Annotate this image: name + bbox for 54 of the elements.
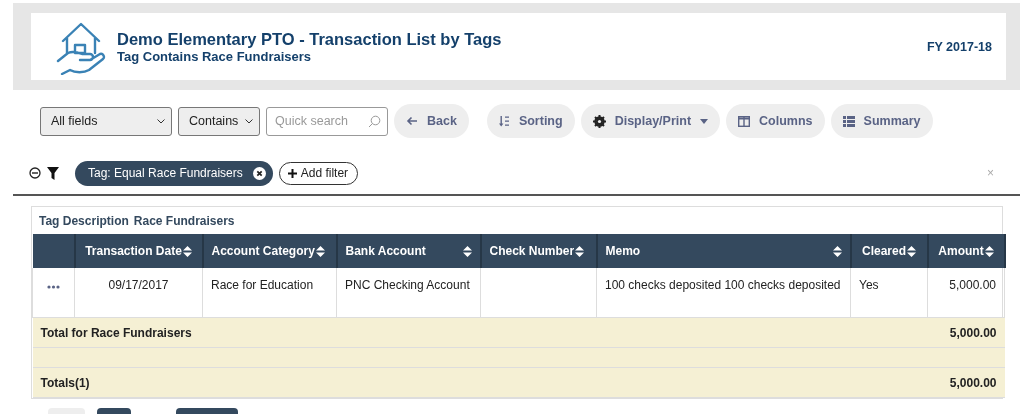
chevron-down-icon <box>157 118 165 124</box>
table-cell: PNC Checking Account <box>336 268 481 318</box>
remove-icon[interactable] <box>252 166 266 180</box>
grand-total-amount: 5,000.00 <box>927 367 1005 398</box>
collapse-icon[interactable] <box>29 167 41 179</box>
column-header[interactable]: Cleared <box>850 234 928 268</box>
list-icon <box>842 115 855 127</box>
filter-icon[interactable] <box>47 166 59 180</box>
filter-chip[interactable]: Tag: Equal Race Fundraisers <box>75 160 273 186</box>
columns-button[interactable]: Columns <box>726 104 825 138</box>
more-icon[interactable] <box>47 285 60 289</box>
table-cell: 09/17/2017 <box>74 268 203 318</box>
group-total-label: Total for Race Fundraisers <box>32 317 928 348</box>
add-filter-button[interactable]: Add filter <box>278 161 359 185</box>
group-total-amount: 5,000.00 <box>927 317 1005 348</box>
search-icon <box>368 114 381 128</box>
sort-icon[interactable] <box>984 245 994 257</box>
column-header[interactable]: Transaction Date <box>74 234 203 268</box>
column-header[interactable]: Amount <box>927 234 1005 268</box>
gear-icon <box>592 114 606 128</box>
columns-icon <box>738 115 751 127</box>
back-button[interactable]: Back <box>394 104 469 138</box>
summary-button[interactable]: Summary <box>830 104 933 138</box>
caption-value: Race Fundraisers <box>133 213 235 228</box>
table-cell: 5,000.00 <box>927 268 1005 318</box>
column-header[interactable]: Account Category <box>202 234 337 268</box>
report-title: Demo Elementary PTO - Transaction List by Tags <box>117 29 503 49</box>
sort-icon[interactable] <box>575 245 585 257</box>
plus-icon <box>287 168 297 178</box>
chevron-down-icon <box>245 118 253 124</box>
sort-button[interactable]: Sorting <box>486 104 575 138</box>
arrow-left-icon <box>406 116 418 126</box>
pager-button[interactable] <box>97 408 131 414</box>
search-field[interactable]: Quick search <box>266 106 388 136</box>
field-select[interactable]: All fields <box>40 106 172 136</box>
sort-icon[interactable] <box>832 245 842 257</box>
caret-icon <box>700 118 709 124</box>
column-header[interactable]: Check Number <box>480 234 597 268</box>
table-cell: Race for Education <box>202 268 337 318</box>
sort-icon[interactable] <box>182 245 192 257</box>
column-header[interactable]: Bank Account <box>336 234 481 268</box>
caption-label: Tag Description <box>39 213 129 228</box>
operator-select[interactable]: Contains <box>178 106 260 136</box>
grand-total-label: Totals(1) <box>32 367 928 398</box>
sort-icon[interactable] <box>315 245 325 257</box>
display-button[interactable]: Display/Print <box>580 104 721 138</box>
table-cell: Yes <box>850 268 928 318</box>
sort-icon[interactable] <box>907 245 916 257</box>
sort-icon[interactable] <box>462 245 472 257</box>
sort-icon <box>498 115 510 127</box>
table-cell: 100 checks deposited 100 checks deposited <box>596 268 851 318</box>
report-subtitle: Tag Contains Race Fundraisers <box>117 48 313 64</box>
fiscal-year: FY 2017-18 <box>926 39 992 54</box>
column-header[interactable]: Memo <box>596 234 851 268</box>
